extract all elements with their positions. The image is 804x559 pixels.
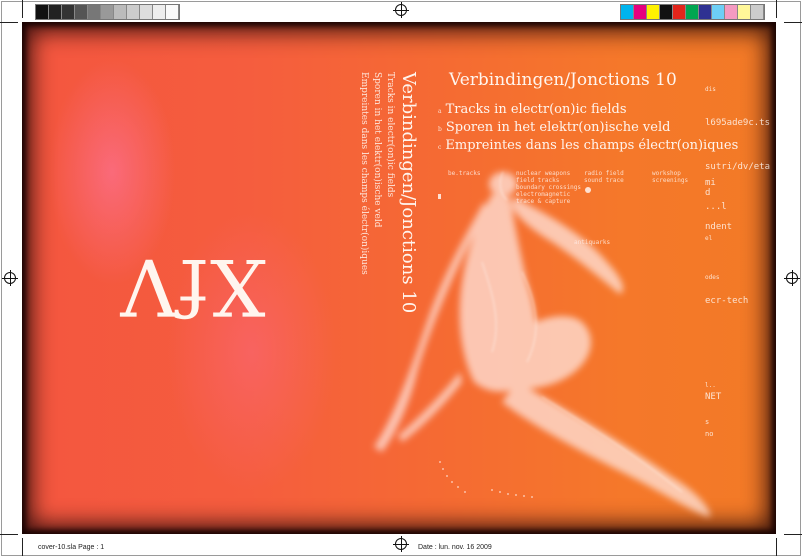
footer-date: Date : lun. nov. 16 2009 [418,544,492,551]
crop-mark [22,0,23,18]
crop-mark [776,0,777,18]
registration-mark-bottom [393,536,409,552]
cmyk-color-bar [620,4,765,20]
registration-mark-right [784,270,800,286]
crop-mark [784,534,802,535]
dancing-figure-illustration [374,171,711,517]
footer-file-info: cover-10.sla Page : 1 [38,544,105,551]
crop-mark [0,22,18,23]
registration-mark-top [393,2,409,18]
crop-mark [776,538,777,556]
crop-mark [0,534,18,535]
grayscale-color-bar [35,4,180,20]
crop-mark [784,22,802,23]
crop-mark [22,538,23,556]
registration-mark-left [2,270,18,286]
cover-artwork: XfV Verbindingen/Jonctions 10 Tracks in … [22,22,776,534]
